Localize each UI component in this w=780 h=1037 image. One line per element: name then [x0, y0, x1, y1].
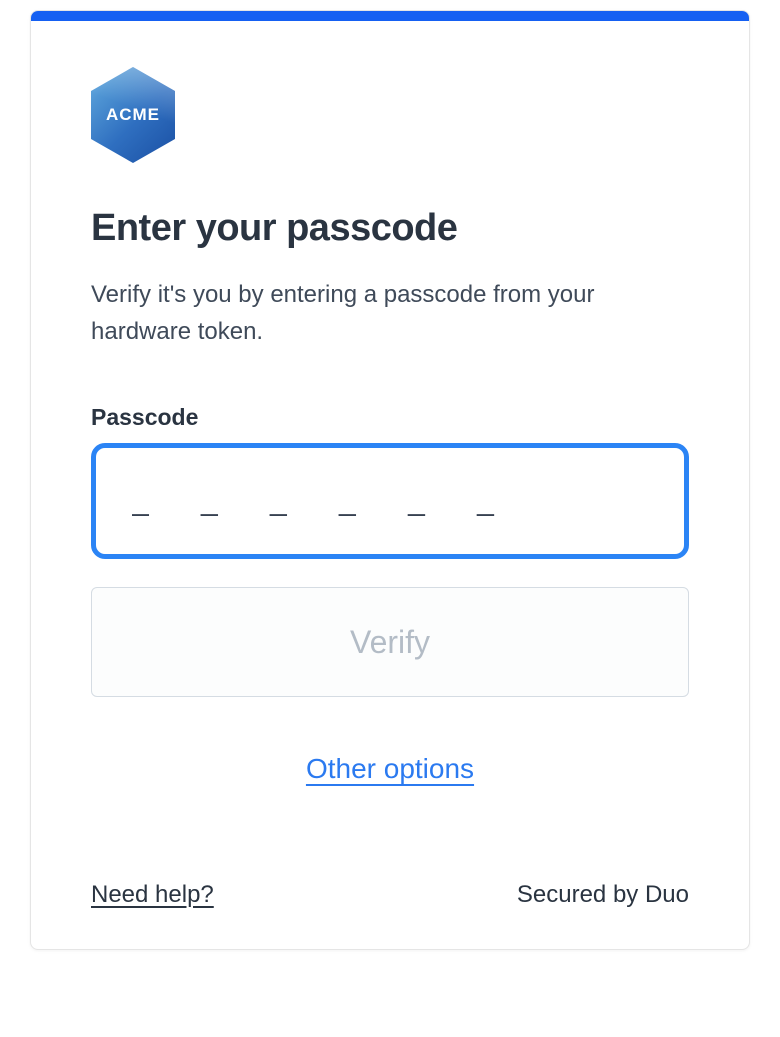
help-link[interactable]: Need help?: [91, 881, 214, 909]
other-options-link[interactable]: Other options: [91, 753, 689, 785]
page-subtitle: Verify it's you by entering a passcode f…: [91, 276, 651, 350]
auth-card: ACME Enter your passcode Verify it's you…: [30, 10, 750, 950]
card-content: ACME Enter your passcode Verify it's you…: [31, 21, 749, 949]
passcode-label: Passcode: [91, 404, 689, 431]
passcode-input[interactable]: [91, 443, 689, 559]
footer: Need help? Secured by Duo: [91, 881, 689, 909]
secured-by-text: Secured by Duo: [517, 881, 689, 909]
logo-container: ACME: [91, 67, 689, 163]
verify-button[interactable]: Verify: [91, 587, 689, 697]
accent-bar: [31, 11, 749, 21]
logo-text: ACME: [106, 105, 160, 125]
page-title: Enter your passcode: [91, 207, 689, 250]
acme-logo-icon: ACME: [91, 67, 175, 163]
